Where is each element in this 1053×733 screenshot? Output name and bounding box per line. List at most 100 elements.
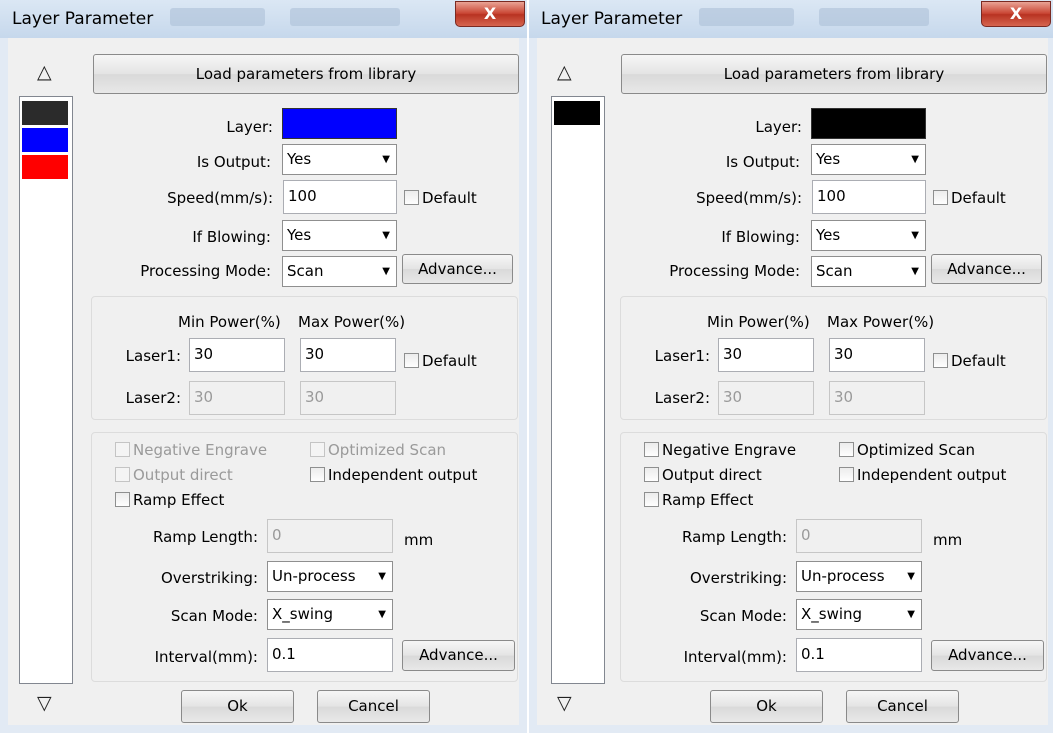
laser2-min-input[interactable]: 30 bbox=[189, 381, 285, 415]
ok-button[interactable]: Ok bbox=[181, 690, 294, 723]
chevron-down-icon: ▼ bbox=[911, 230, 919, 241]
checkbox-box[interactable] bbox=[933, 353, 948, 368]
checkbox-box[interactable] bbox=[933, 190, 948, 205]
close-button[interactable]: X bbox=[455, 1, 525, 27]
checkbox-box[interactable] bbox=[839, 467, 854, 482]
ramp-length-label: Ramp Length: bbox=[153, 528, 258, 546]
chevron-down-icon: ▼ bbox=[378, 571, 386, 582]
min-power-header: Min Power(%) bbox=[707, 313, 810, 331]
laser1-max-input[interactable]: 30 bbox=[829, 338, 925, 372]
checkbox-box[interactable] bbox=[404, 190, 419, 205]
checkbox-box[interactable] bbox=[115, 467, 130, 482]
layer-list[interactable] bbox=[551, 96, 605, 684]
is-output-select[interactable]: Yes ▼ bbox=[282, 144, 397, 175]
interval-input[interactable]: 0.1 bbox=[267, 638, 393, 672]
checkbox-box[interactable] bbox=[115, 492, 130, 507]
layer-swatch[interactable] bbox=[22, 128, 68, 152]
layer-list[interactable] bbox=[19, 96, 73, 684]
scan-mode-select[interactable]: X_swing ▼ bbox=[267, 599, 393, 630]
layer-color-swatch[interactable] bbox=[282, 108, 397, 139]
checkbox-box[interactable] bbox=[404, 353, 419, 368]
options-advance-button[interactable]: Advance... bbox=[931, 640, 1044, 671]
is-output-label: Is Output: bbox=[196, 153, 271, 171]
load-from-library-button[interactable]: Load parameters from library bbox=[93, 54, 519, 94]
negative-engrave-checkbox[interactable]: Negative Engrave bbox=[644, 441, 796, 459]
processing-advance-button[interactable]: Advance... bbox=[402, 254, 513, 284]
checkbox-box[interactable] bbox=[644, 467, 659, 482]
load-from-library-button[interactable]: Load parameters from library bbox=[621, 54, 1047, 94]
processing-mode-select[interactable]: Scan ▼ bbox=[282, 256, 397, 287]
optimized-scan-checkbox[interactable]: Optimized Scan bbox=[310, 441, 446, 459]
ramp-length-input[interactable]: 0 bbox=[267, 519, 393, 553]
scroll-down-arrow-icon[interactable]: ▽ bbox=[557, 693, 572, 713]
is-output-value: Yes bbox=[816, 150, 841, 168]
title-bar[interactable]: Layer Parameter X bbox=[529, 0, 1053, 38]
laser1-min-input[interactable]: 30 bbox=[189, 338, 285, 372]
max-power-header: Max Power(%) bbox=[298, 313, 406, 331]
interval-label: Interval(mm): bbox=[683, 648, 787, 666]
laser1-min-input[interactable]: 30 bbox=[718, 338, 814, 372]
laser2-max-input[interactable]: 30 bbox=[829, 381, 925, 415]
layer-swatch[interactable] bbox=[22, 155, 68, 179]
output-direct-checkbox[interactable]: Output direct bbox=[115, 466, 233, 484]
checkbox-box[interactable] bbox=[644, 442, 659, 457]
independent-output-checkbox[interactable]: Independent output bbox=[310, 466, 477, 484]
options-advance-button[interactable]: Advance... bbox=[402, 640, 515, 671]
overstriking-select[interactable]: Un-process ▼ bbox=[267, 561, 393, 592]
optimized-scan-checkbox[interactable]: Optimized Scan bbox=[839, 441, 975, 459]
layer-color-swatch[interactable] bbox=[811, 108, 926, 139]
layer-swatch[interactable] bbox=[22, 101, 68, 125]
layer-swatch[interactable] bbox=[554, 101, 600, 125]
speed-label: Speed(mm/s): bbox=[696, 189, 802, 207]
speed-default-checkbox[interactable]: Default bbox=[933, 189, 1006, 207]
if-blowing-select[interactable]: Yes ▼ bbox=[282, 220, 397, 251]
processing-advance-button[interactable]: Advance... bbox=[931, 254, 1042, 284]
chevron-down-icon: ▼ bbox=[911, 266, 919, 277]
layer-parameter-dialog: Layer Parameter X △ ▽ Load parameters fr… bbox=[0, 0, 527, 733]
if-blowing-label: If Blowing: bbox=[192, 228, 271, 246]
if-blowing-select[interactable]: Yes ▼ bbox=[811, 220, 926, 251]
ramp-length-input[interactable]: 0 bbox=[796, 519, 922, 553]
close-button[interactable]: X bbox=[981, 1, 1051, 27]
checkbox-box[interactable] bbox=[310, 442, 325, 457]
laser2-min-input[interactable]: 30 bbox=[718, 381, 814, 415]
cancel-button[interactable]: Cancel bbox=[846, 690, 959, 723]
speed-input[interactable]: 100 bbox=[283, 180, 397, 214]
ramp-length-unit: mm bbox=[933, 531, 963, 549]
interval-input[interactable]: 0.1 bbox=[796, 638, 922, 672]
scroll-up-arrow-icon[interactable]: △ bbox=[37, 62, 52, 82]
output-direct-checkbox[interactable]: Output direct bbox=[644, 466, 762, 484]
speed-input[interactable]: 100 bbox=[812, 180, 926, 214]
power-default-checkbox[interactable]: Default bbox=[933, 352, 1006, 370]
window-title: Layer Parameter bbox=[12, 9, 154, 29]
laser1-max-input[interactable]: 30 bbox=[300, 338, 396, 372]
checkbox-box[interactable] bbox=[839, 442, 854, 457]
speed-default-checkbox[interactable]: Default bbox=[404, 189, 477, 207]
ok-button[interactable]: Ok bbox=[710, 690, 823, 723]
laser2-max-input[interactable]: 30 bbox=[300, 381, 396, 415]
speed-default-label: Default bbox=[951, 189, 1006, 207]
cancel-button[interactable]: Cancel bbox=[317, 690, 430, 723]
speed-default-label: Default bbox=[422, 189, 477, 207]
negative-engrave-checkbox[interactable]: Negative Engrave bbox=[115, 441, 267, 459]
laser2-label: Laser2: bbox=[125, 389, 181, 407]
is-output-select[interactable]: Yes ▼ bbox=[811, 144, 926, 175]
checkbox-box[interactable] bbox=[310, 467, 325, 482]
speed-label: Speed(mm/s): bbox=[167, 189, 273, 207]
ramp-effect-checkbox[interactable]: Ramp Effect bbox=[644, 491, 753, 509]
overstriking-label: Overstriking: bbox=[160, 569, 258, 587]
scan-mode-select[interactable]: X_swing ▼ bbox=[796, 599, 922, 630]
scroll-up-arrow-icon[interactable]: △ bbox=[557, 62, 572, 82]
ramp-effect-checkbox[interactable]: Ramp Effect bbox=[115, 491, 224, 509]
chevron-down-icon: ▼ bbox=[382, 266, 390, 277]
if-blowing-value: Yes bbox=[816, 226, 841, 244]
power-default-checkbox[interactable]: Default bbox=[404, 352, 477, 370]
independent-output-checkbox[interactable]: Independent output bbox=[839, 466, 1006, 484]
title-bar[interactable]: Layer Parameter X bbox=[0, 0, 527, 38]
ramp-effect-label: Ramp Effect bbox=[662, 491, 754, 509]
processing-mode-select[interactable]: Scan ▼ bbox=[811, 256, 926, 287]
checkbox-box[interactable] bbox=[115, 442, 130, 457]
checkbox-box[interactable] bbox=[644, 492, 659, 507]
scroll-down-arrow-icon[interactable]: ▽ bbox=[37, 693, 52, 713]
overstriking-select[interactable]: Un-process ▼ bbox=[796, 561, 922, 592]
